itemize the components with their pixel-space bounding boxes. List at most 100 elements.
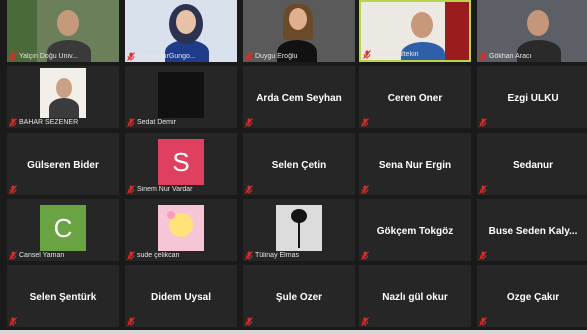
muted-mic-icon bbox=[479, 185, 487, 194]
participant-name: Duygu Eroğlu bbox=[255, 53, 298, 60]
participant-display-name: Didem Uysal bbox=[150, 292, 212, 303]
muted-mic-icon bbox=[9, 185, 17, 194]
participant-label: Duygu Eroğlu bbox=[245, 52, 297, 61]
participant-tile[interactable]: Buse Seden Kaly... bbox=[477, 199, 587, 261]
participant-label bbox=[361, 317, 369, 326]
muted-mic-icon bbox=[127, 52, 135, 61]
participant-label bbox=[245, 185, 253, 194]
participant-display-name: Arda Cem Seyhan bbox=[256, 93, 342, 104]
person-head bbox=[411, 12, 433, 38]
person-head bbox=[56, 78, 72, 98]
participant-tile[interactable]: Sedat Demir bbox=[125, 66, 237, 128]
participant-name: Tülinay Elmas bbox=[255, 252, 299, 259]
participant-name: Sedat Demir bbox=[137, 119, 176, 126]
rose-stem bbox=[298, 222, 300, 248]
participant-tile[interactable]: Şule Özer bbox=[243, 265, 355, 327]
participant-display-name: Ezgi ÜLKÜ bbox=[507, 93, 559, 104]
participant-tile[interactable]: S Sinem Nur Vardar bbox=[125, 133, 237, 195]
participant-name: SeymanurGungo... bbox=[137, 53, 196, 60]
participant-tile[interactable]: SeymanurGungo... bbox=[125, 0, 237, 62]
participant-label: Sedat Demir bbox=[127, 118, 176, 127]
participant-name: Gökhan Aracı bbox=[489, 53, 532, 60]
muted-mic-icon bbox=[361, 118, 369, 127]
muted-mic-icon bbox=[127, 185, 135, 194]
participant-label bbox=[9, 185, 17, 194]
participant-name: Sinem Nur Vardar bbox=[137, 186, 193, 193]
participant-name: Cansel Yaman bbox=[19, 252, 65, 259]
muted-mic-icon bbox=[363, 50, 371, 59]
participant-display-name: Sedanur bbox=[512, 160, 553, 171]
muted-mic-icon bbox=[9, 118, 17, 127]
window-bottom-edge bbox=[0, 330, 587, 334]
participant-tile[interactable]: Yalçın Doğu Üniv... bbox=[7, 0, 119, 62]
participant-display-name: Ceren Öner bbox=[387, 93, 443, 104]
background-flag bbox=[445, 2, 469, 60]
participant-tile[interactable]: Arda Cem Seyhan bbox=[243, 66, 355, 128]
muted-mic-icon bbox=[9, 251, 17, 260]
participant-tile[interactable]: Selen Çetin bbox=[243, 133, 355, 195]
participant-tile[interactable]: Ezgi ÜLKÜ bbox=[477, 66, 587, 128]
participant-tile[interactable]: Didem Uysal bbox=[125, 265, 237, 327]
participant-tile[interactable]: sude çelikcan bbox=[125, 199, 237, 261]
participant-tile[interactable]: Duygu Eroğlu bbox=[243, 0, 355, 62]
participant-tile[interactable]: C Cansel Yaman bbox=[7, 199, 119, 261]
participant-display-name: Sena Nur Ergin bbox=[378, 160, 452, 171]
participant-label bbox=[479, 185, 487, 194]
muted-mic-icon bbox=[361, 317, 369, 326]
muted-mic-icon bbox=[245, 317, 253, 326]
participant-tile[interactable]: Gökhan Aracı bbox=[477, 0, 587, 62]
person-head bbox=[57, 10, 79, 36]
participant-label: Gökhan Aracı bbox=[479, 52, 531, 61]
participant-label: Tülinay Elmas bbox=[245, 251, 299, 260]
participant-label bbox=[127, 317, 135, 326]
participant-tile[interactable]: BAHAR SEZENER bbox=[7, 66, 119, 128]
participant-label: SeymanurGungo... bbox=[127, 52, 196, 61]
participant-label bbox=[9, 317, 17, 326]
participant-tile[interactable]: Nazlı gül okur bbox=[359, 265, 471, 327]
muted-mic-icon bbox=[127, 251, 135, 260]
muted-mic-icon bbox=[479, 251, 487, 260]
muted-mic-icon bbox=[479, 52, 487, 61]
muted-mic-icon bbox=[9, 317, 17, 326]
profile-photo bbox=[158, 72, 204, 118]
participant-label bbox=[245, 118, 253, 127]
participant-label: Sinem Nur Vardar bbox=[127, 185, 193, 194]
participant-label bbox=[245, 317, 253, 326]
rose-flower bbox=[291, 209, 307, 223]
participant-tile[interactable]: Özge Çakır bbox=[477, 265, 587, 327]
participant-label bbox=[361, 185, 369, 194]
avatar-initial: C bbox=[40, 205, 86, 251]
participant-tile[interactable]: Selen Şentürk bbox=[7, 265, 119, 327]
muted-mic-icon bbox=[245, 251, 253, 260]
participant-display-name: Özge Çakır bbox=[506, 292, 560, 303]
person-body bbox=[49, 98, 79, 118]
avatar-initial: S bbox=[158, 139, 204, 185]
participant-display-name: Gökçem Tokgöz bbox=[376, 226, 454, 237]
participant-label bbox=[479, 317, 487, 326]
participant-tile[interactable]: Gökçem Tokgöz bbox=[359, 199, 471, 261]
participant-tile[interactable]: Sedanur bbox=[477, 133, 587, 195]
video-gallery-grid: Yalçın Doğu Üniv... SeymanurGungo... Duygu… bbox=[7, 0, 587, 334]
participant-label: Yalçın Doğu Üniv... bbox=[9, 52, 78, 61]
participant-display-name: Selen Çetin bbox=[271, 160, 327, 171]
participant-name: Sadık Gültekin bbox=[373, 51, 419, 58]
participant-tile[interactable]: Sadık Gültekin bbox=[359, 0, 471, 62]
muted-mic-icon bbox=[245, 52, 253, 61]
muted-mic-icon bbox=[361, 185, 369, 194]
muted-mic-icon bbox=[127, 118, 135, 127]
participant-display-name: Buse Seden Kaly... bbox=[488, 226, 578, 237]
participant-tile[interactable]: Tülinay Elmas bbox=[243, 199, 355, 261]
participant-tile[interactable]: Gülseren Bider bbox=[7, 133, 119, 195]
participant-display-name: Selen Şentürk bbox=[29, 292, 97, 303]
participant-tile[interactable]: Ceren Öner bbox=[359, 66, 471, 128]
participant-name: BAHAR SEZENER bbox=[19, 119, 79, 126]
participant-label: Cansel Yaman bbox=[9, 251, 64, 260]
muted-mic-icon bbox=[245, 118, 253, 127]
muted-mic-icon bbox=[479, 118, 487, 127]
participant-tile[interactable]: Sena Nur Ergin bbox=[359, 133, 471, 195]
participant-label: BAHAR SEZENER bbox=[9, 118, 78, 127]
participant-display-name: Şule Özer bbox=[275, 292, 323, 303]
person-head bbox=[289, 8, 307, 30]
participant-display-name: Gülseren Bider bbox=[27, 160, 99, 171]
person-head bbox=[176, 10, 196, 34]
